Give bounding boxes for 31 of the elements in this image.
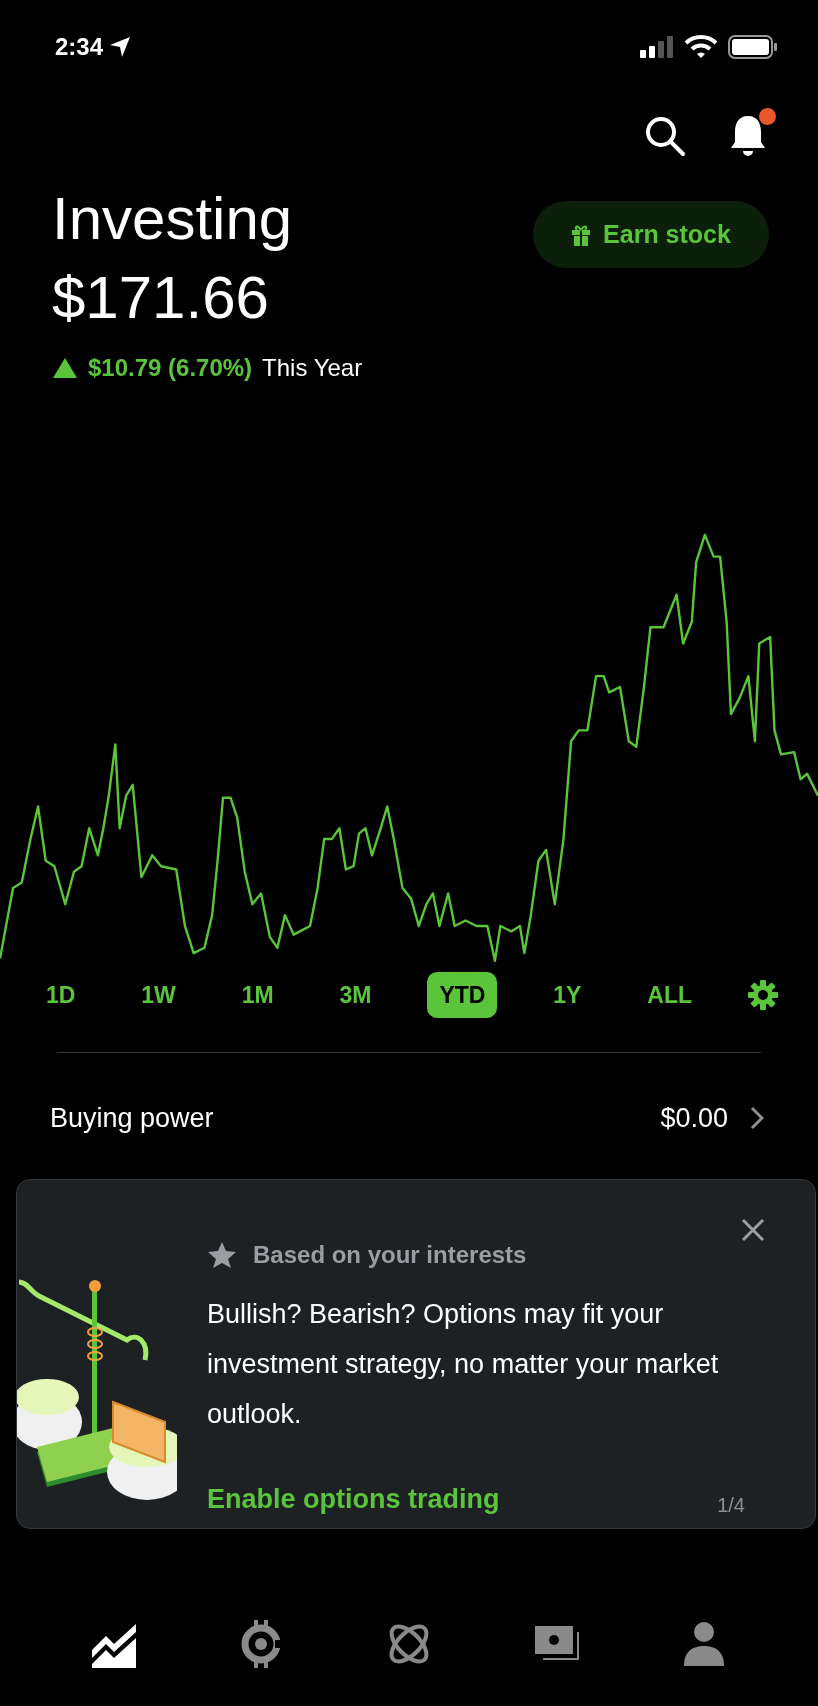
enable-options-link[interactable]: Enable options trading	[207, 1479, 500, 1520]
card-pager: 1/4	[717, 1492, 745, 1518]
location-arrow-icon	[109, 36, 132, 58]
range-tab[interactable]: ALL	[637, 972, 702, 1018]
battery-icon	[728, 35, 778, 59]
close-icon[interactable]	[741, 1218, 765, 1242]
range-tab[interactable]: YTD	[427, 972, 498, 1018]
settings-icon[interactable]	[747, 980, 778, 1010]
range-tab[interactable]: 1M	[231, 972, 284, 1018]
status-time: 2:34	[55, 32, 104, 62]
up-triangle-icon	[52, 357, 78, 379]
buying-power-value: $0.00	[660, 1101, 728, 1135]
buying-power-label: Buying power	[50, 1101, 214, 1135]
range-tab[interactable]: 1D	[36, 972, 86, 1018]
card-tag: Based on your interests	[253, 1237, 527, 1273]
page-title: Investing	[52, 184, 293, 254]
range-tab[interactable]: 3M	[329, 972, 382, 1018]
portfolio-value: $171.66	[52, 263, 270, 333]
gift-icon	[571, 223, 592, 246]
change-amount: $10.79 (6.70%)	[88, 353, 253, 383]
earn-stock-button[interactable]: Earn stock	[533, 201, 769, 268]
range-tab[interactable]: 1W	[131, 972, 186, 1018]
star-icon	[207, 1241, 237, 1269]
range-tab[interactable]: 1Y	[543, 972, 592, 1018]
bell-icon[interactable]	[730, 114, 766, 158]
wifi-icon	[684, 35, 718, 59]
signal-icon	[640, 36, 674, 58]
change-period: This Year	[262, 353, 363, 383]
search-icon[interactable]	[644, 115, 686, 157]
chevron-right-icon[interactable]	[750, 1106, 764, 1130]
card-message: Bullish? Bearish? Options may fit your investment strategy, no matter your market outlook.	[207, 1298, 720, 1431]
